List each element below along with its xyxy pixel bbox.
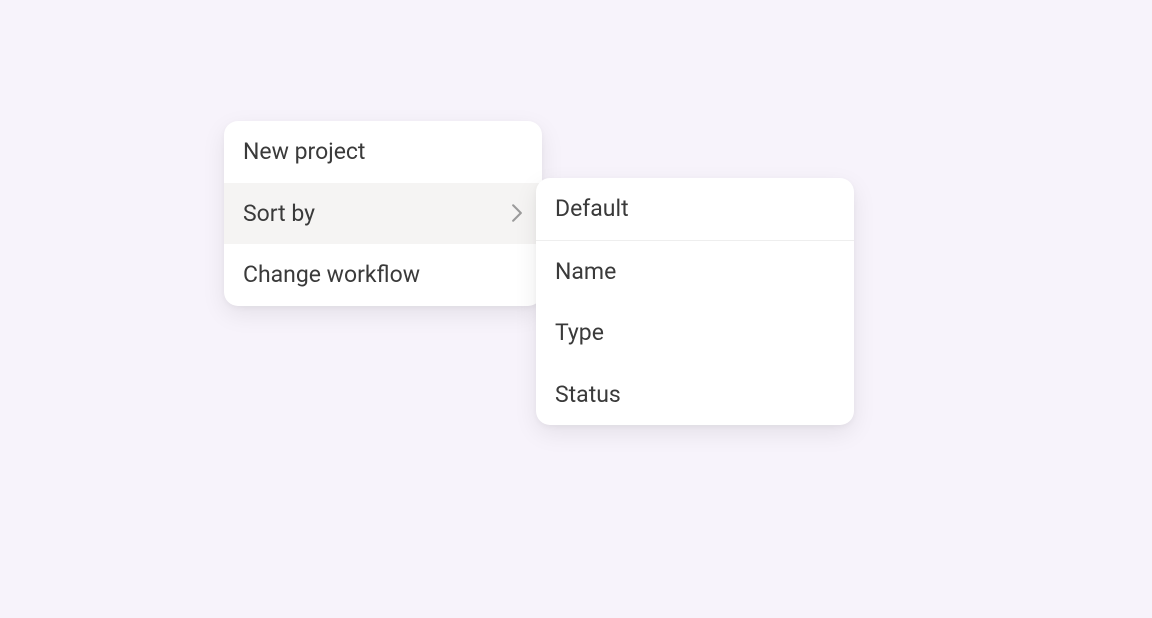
menu-item-new-project[interactable]: New project [224,121,542,183]
submenu-item-type[interactable]: Type [536,302,854,364]
menu-item-label: Change workflow [243,261,420,289]
submenu-item-label: Default [555,195,629,223]
submenu-item-label: Status [555,381,621,409]
submenu-item-label: Type [555,319,604,347]
submenu-item-status[interactable]: Status [536,364,854,426]
menu-item-label: Sort by [243,200,315,228]
submenu-item-name[interactable]: Name [536,241,854,303]
menu-item-sort-by[interactable]: Sort by [224,183,542,245]
submenu-item-default[interactable]: Default [536,178,854,241]
menu-item-change-workflow[interactable]: Change workflow [224,244,542,306]
sort-by-submenu: Default Name Type Status [536,178,854,425]
menu-item-label: New project [243,138,365,166]
chevron-right-icon [511,204,523,222]
submenu-item-label: Name [555,258,616,286]
context-menu: New project Sort by Change workflow [224,121,542,306]
